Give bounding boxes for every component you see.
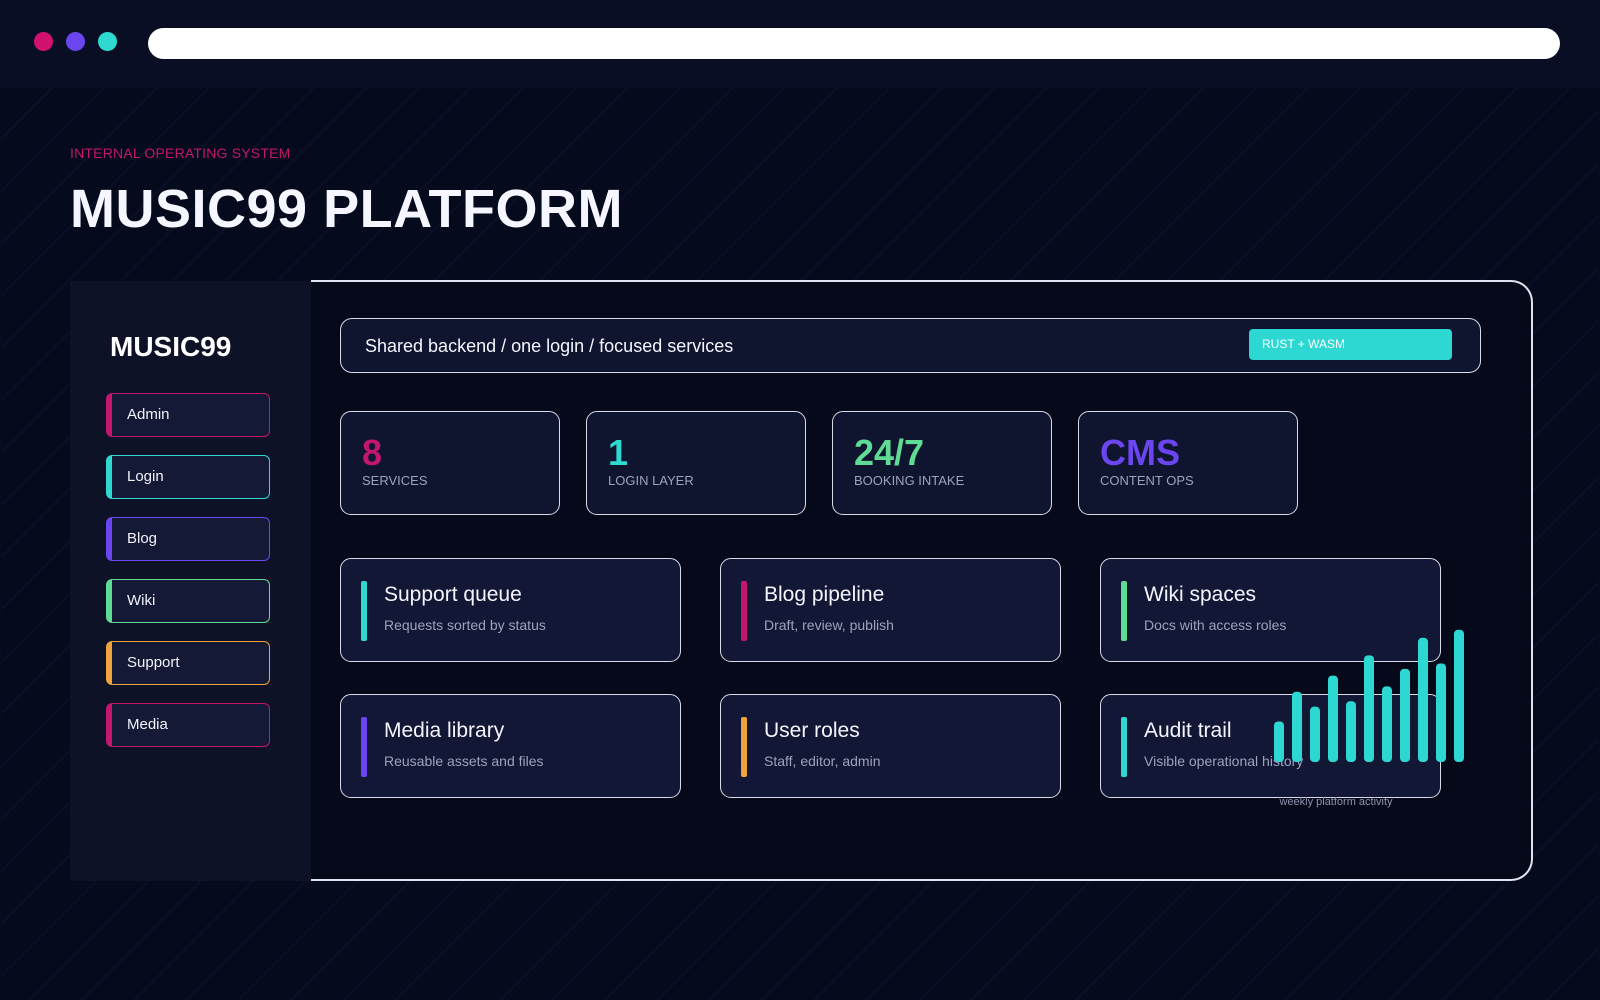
activity-bar-4 [1328, 675, 1338, 762]
accent-bar [741, 581, 747, 641]
activity-bar-2 [1292, 691, 1302, 762]
activity-bar-3 [1310, 706, 1320, 762]
activity-chart: weekly platform activity [1262, 620, 1472, 810]
stat-card-login-layer: 1 LOGIN LAYER [586, 411, 806, 515]
sidebar-brand: MUSIC99 [110, 331, 232, 362]
activity-bar-10 [1436, 663, 1446, 762]
service-title: Media library [384, 719, 505, 742]
browser-chrome [0, 0, 1600, 88]
activity-bar-8 [1400, 668, 1410, 762]
stat-card-booking-intake: 24/7 BOOKING INTAKE [832, 411, 1052, 515]
sidebar: MUSIC99 Admin Login Blog Wiki Support Me… [70, 281, 312, 881]
sidebar-item-blog[interactable]: Blog [106, 517, 270, 561]
accent-bar [361, 717, 367, 777]
activity-bar-11 [1454, 629, 1464, 762]
stat-card-content-ops: CMS CONTENT OPS [1078, 411, 1298, 515]
service-title: Audit trail [1144, 719, 1232, 742]
activity-caption: weekly platform activity [1279, 796, 1393, 808]
service-title: Wiki spaces [1144, 583, 1257, 606]
stat-label: CONTENT OPS [1100, 473, 1194, 488]
stat-card-services: 8 SERVICES [340, 411, 560, 515]
minimize-dot[interactable] [66, 32, 85, 51]
accent-bar [741, 717, 747, 777]
activity-bar-7 [1382, 686, 1392, 762]
service-card-support-queue[interactable]: Support queue Requests sorted by status [340, 558, 681, 662]
service-description: Draft, review, publish [764, 617, 894, 633]
sidebar-item-media[interactable]: Media [106, 703, 270, 747]
activity-bars [1274, 629, 1464, 762]
accent-bar [361, 581, 367, 641]
sidebar-item-wiki[interactable]: Wiki [106, 579, 270, 623]
sidebar-item-login[interactable]: Login [106, 455, 270, 499]
stat-label: LOGIN LAYER [608, 473, 694, 488]
service-card-media-library[interactable]: Media library Reusable assets and files [340, 694, 681, 798]
sidebar-item-support[interactable]: Support [106, 641, 270, 685]
accent-bar [1121, 581, 1127, 641]
close-dot[interactable] [34, 32, 53, 51]
service-card-blog-pipeline[interactable]: Blog pipeline Draft, review, publish [720, 558, 1061, 662]
tagline-text: Shared backend / one login / focused ser… [365, 336, 734, 356]
activity-bar-5 [1346, 701, 1356, 762]
service-description: Requests sorted by status [384, 617, 546, 633]
page-eyebrow: INTERNAL OPERATING SYSTEM [70, 145, 291, 161]
address-bar[interactable] [148, 28, 1560, 59]
activity-bar-6 [1364, 655, 1374, 762]
service-title: Blog pipeline [764, 583, 885, 606]
service-title: Support queue [384, 583, 522, 606]
service-description: Reusable assets and files [384, 753, 544, 769]
stat-value: 24/7 [854, 432, 925, 473]
page-title: MUSIC99 PLATFORM [70, 179, 624, 239]
stat-value: CMS [1100, 432, 1180, 473]
activity-bar-9 [1418, 637, 1428, 762]
sidebar-item-admin[interactable]: Admin [106, 393, 270, 437]
zoom-dot[interactable] [98, 32, 117, 51]
service-description: Staff, editor, admin [764, 753, 881, 769]
service-title: User roles [764, 719, 860, 742]
stat-label: SERVICES [362, 473, 428, 488]
activity-bar-1 [1274, 721, 1284, 762]
tech-stack-badge: RUST + WASM [1249, 329, 1452, 360]
stat-value: 8 [362, 432, 383, 473]
service-card-user-roles[interactable]: User roles Staff, editor, admin [720, 694, 1061, 798]
tagline-bar: Shared backend / one login / focused ser… [340, 318, 1481, 373]
accent-bar [1121, 717, 1127, 777]
stat-value: 1 [608, 432, 629, 473]
stat-label: BOOKING INTAKE [854, 473, 965, 488]
